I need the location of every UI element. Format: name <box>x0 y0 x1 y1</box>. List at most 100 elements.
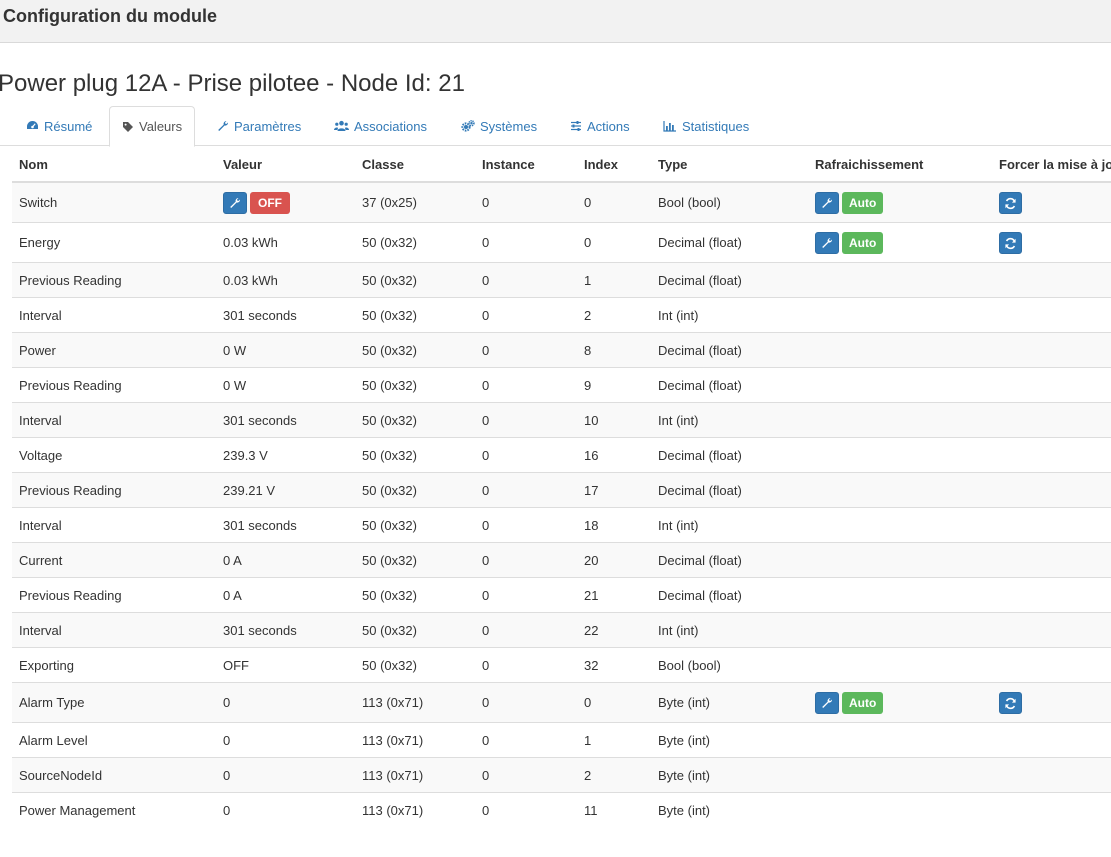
table-row: Previous Reading 0 W 50 (0x32) 0 9 Decimal (f… <box>12 367 1111 403</box>
cell-type: Byte (int) <box>651 757 808 793</box>
cell-type: Byte (int) <box>651 722 808 758</box>
tab-resume[interactable]: Résumé <box>14 106 104 146</box>
cell-instance: 0 <box>475 542 577 578</box>
cell-nom: Exporting <box>12 647 216 683</box>
cell-type: Decimal (float) <box>651 332 808 368</box>
refresh-settings-button[interactable] <box>815 191 839 214</box>
cell-instance: 0 <box>475 332 577 368</box>
cell-rafraichissement <box>808 612 992 648</box>
cell-rafraichissement <box>808 792 992 827</box>
cell-forcer-mise-a-jour <box>992 682 1111 723</box>
force-update-button[interactable] <box>999 232 1022 254</box>
cell-valeur: 0 W <box>216 367 355 403</box>
cell-rafraichissement <box>808 262 992 298</box>
cell-instance: 0 <box>475 577 577 613</box>
cell-rafraichissement <box>808 402 992 438</box>
tab-label: Systèmes <box>480 118 538 134</box>
table-row: Power 0 W 50 (0x32) 0 8 Decimal (float) <box>12 332 1111 368</box>
cell-rafraichissement <box>808 472 992 508</box>
cell-instance: 0 <box>475 181 577 223</box>
tab-associations[interactable]: Associations <box>322 106 439 146</box>
cell-instance: 0 <box>475 507 577 543</box>
table-row: Alarm Type 0 113 (0x71) 0 0 Byte (int) Auto <box>12 682 1111 723</box>
refresh-settings-button[interactable] <box>815 691 839 714</box>
cell-instance: 0 <box>475 367 577 403</box>
cell-instance: 0 <box>475 402 577 438</box>
auto-refresh-badge[interactable]: Auto <box>842 191 884 214</box>
tab-statistiques[interactable]: Statistiques <box>651 106 761 146</box>
switch-off-button[interactable]: OFF <box>250 191 290 214</box>
cell-classe: 50 (0x32) <box>355 297 475 333</box>
cell-forcer-mise-a-jour <box>992 577 1111 613</box>
cell-type: Decimal (float) <box>651 472 808 508</box>
cell-instance: 0 <box>475 437 577 473</box>
cell-nom: Voltage <box>12 437 216 473</box>
cell-instance: 0 <box>475 297 577 333</box>
cell-valeur: 0 <box>216 792 355 827</box>
cell-forcer-mise-a-jour <box>992 402 1111 438</box>
force-update-button[interactable] <box>999 192 1022 214</box>
cell-index: 10 <box>577 402 651 438</box>
cell-classe: 50 (0x32) <box>355 222 475 263</box>
tab-label: Valeurs <box>139 119 183 134</box>
force-update-button[interactable] <box>999 692 1022 714</box>
cell-nom: Interval <box>12 402 216 438</box>
cell-index: 2 <box>577 297 651 333</box>
cell-valeur: 301 seconds <box>216 612 355 648</box>
modal-title: Configuration du module <box>3 6 217 26</box>
tab-valeurs[interactable]: Valeurs <box>109 106 196 147</box>
cell-classe: 50 (0x32) <box>355 647 475 683</box>
column-header-rafraichissement: Rafraichissement <box>808 147 992 183</box>
table-row: Power Management 0 113 (0x71) 0 11 Byte (int) <box>12 792 1111 827</box>
cell-type: Byte (int) <box>651 682 808 723</box>
cell-nom: Power Management <box>12 792 216 827</box>
cell-rafraichissement <box>808 757 992 793</box>
cell-index: 11 <box>577 792 651 827</box>
cell-valeur: 0 A <box>216 542 355 578</box>
column-header-forcer-mise-a-jour: Forcer la mise à jour <box>992 147 1111 183</box>
cell-rafraichissement <box>808 297 992 333</box>
cell-index: 22 <box>577 612 651 648</box>
modal-header: Configuration du module <box>0 0 1111 43</box>
cell-classe: 50 (0x32) <box>355 542 475 578</box>
cell-rafraichissement <box>808 577 992 613</box>
cell-type: Decimal (float) <box>651 437 808 473</box>
table-header-row: Nom Valeur Classe Instance Index Type Ra… <box>12 147 1111 183</box>
cell-type: Int (int) <box>651 612 808 648</box>
cogs-icon <box>461 120 475 132</box>
cell-instance: 0 <box>475 792 577 827</box>
column-header-nom: Nom <box>12 147 216 183</box>
table-row: Energy 0.03 kWh 50 (0x32) 0 0 Decimal (float)… <box>12 222 1111 263</box>
table-row: Interval 301 seconds 50 (0x32) 0 2 Int (int) <box>12 297 1111 333</box>
wrench-icon <box>218 120 229 131</box>
tab-systemes[interactable]: Systèmes <box>449 106 549 146</box>
auto-refresh-badge[interactable]: Auto <box>842 691 884 714</box>
cell-index: 9 <box>577 367 651 403</box>
table-body: Switch OFF 37 (0x25) 0 0 Bool (bool) Auto Energ… <box>12 181 1111 827</box>
cell-index: 2 <box>577 757 651 793</box>
edit-value-button[interactable] <box>223 191 247 214</box>
cell-nom: SourceNodeId <box>12 757 216 793</box>
tab-label: Statistiques <box>682 118 750 134</box>
column-header-classe: Classe <box>355 147 475 183</box>
table-row: Interval 301 seconds 50 (0x32) 0 22 Int (int) <box>12 612 1111 648</box>
cell-valeur: 0 <box>216 722 355 758</box>
tab-label: Paramètres <box>234 118 302 134</box>
cell-valeur: 0 W <box>216 332 355 368</box>
refresh-settings-button[interactable] <box>815 231 839 254</box>
cell-type: Decimal (float) <box>651 367 808 403</box>
cell-classe: 113 (0x71) <box>355 682 475 723</box>
cell-instance: 0 <box>475 222 577 263</box>
tab-actions[interactable]: Actions <box>558 106 642 146</box>
auto-refresh-badge[interactable]: Auto <box>842 231 884 254</box>
cell-index: 20 <box>577 542 651 578</box>
cell-instance: 0 <box>475 722 577 758</box>
cell-instance: 0 <box>475 647 577 683</box>
cell-instance: 0 <box>475 472 577 508</box>
cell-type: Bool (bool) <box>651 647 808 683</box>
column-header-type: Type <box>651 147 808 183</box>
cell-classe: 50 (0x32) <box>355 262 475 298</box>
tab-parametres[interactable]: Paramètres <box>205 106 313 146</box>
sliders-icon <box>571 121 581 131</box>
cell-rafraichissement <box>808 507 992 543</box>
